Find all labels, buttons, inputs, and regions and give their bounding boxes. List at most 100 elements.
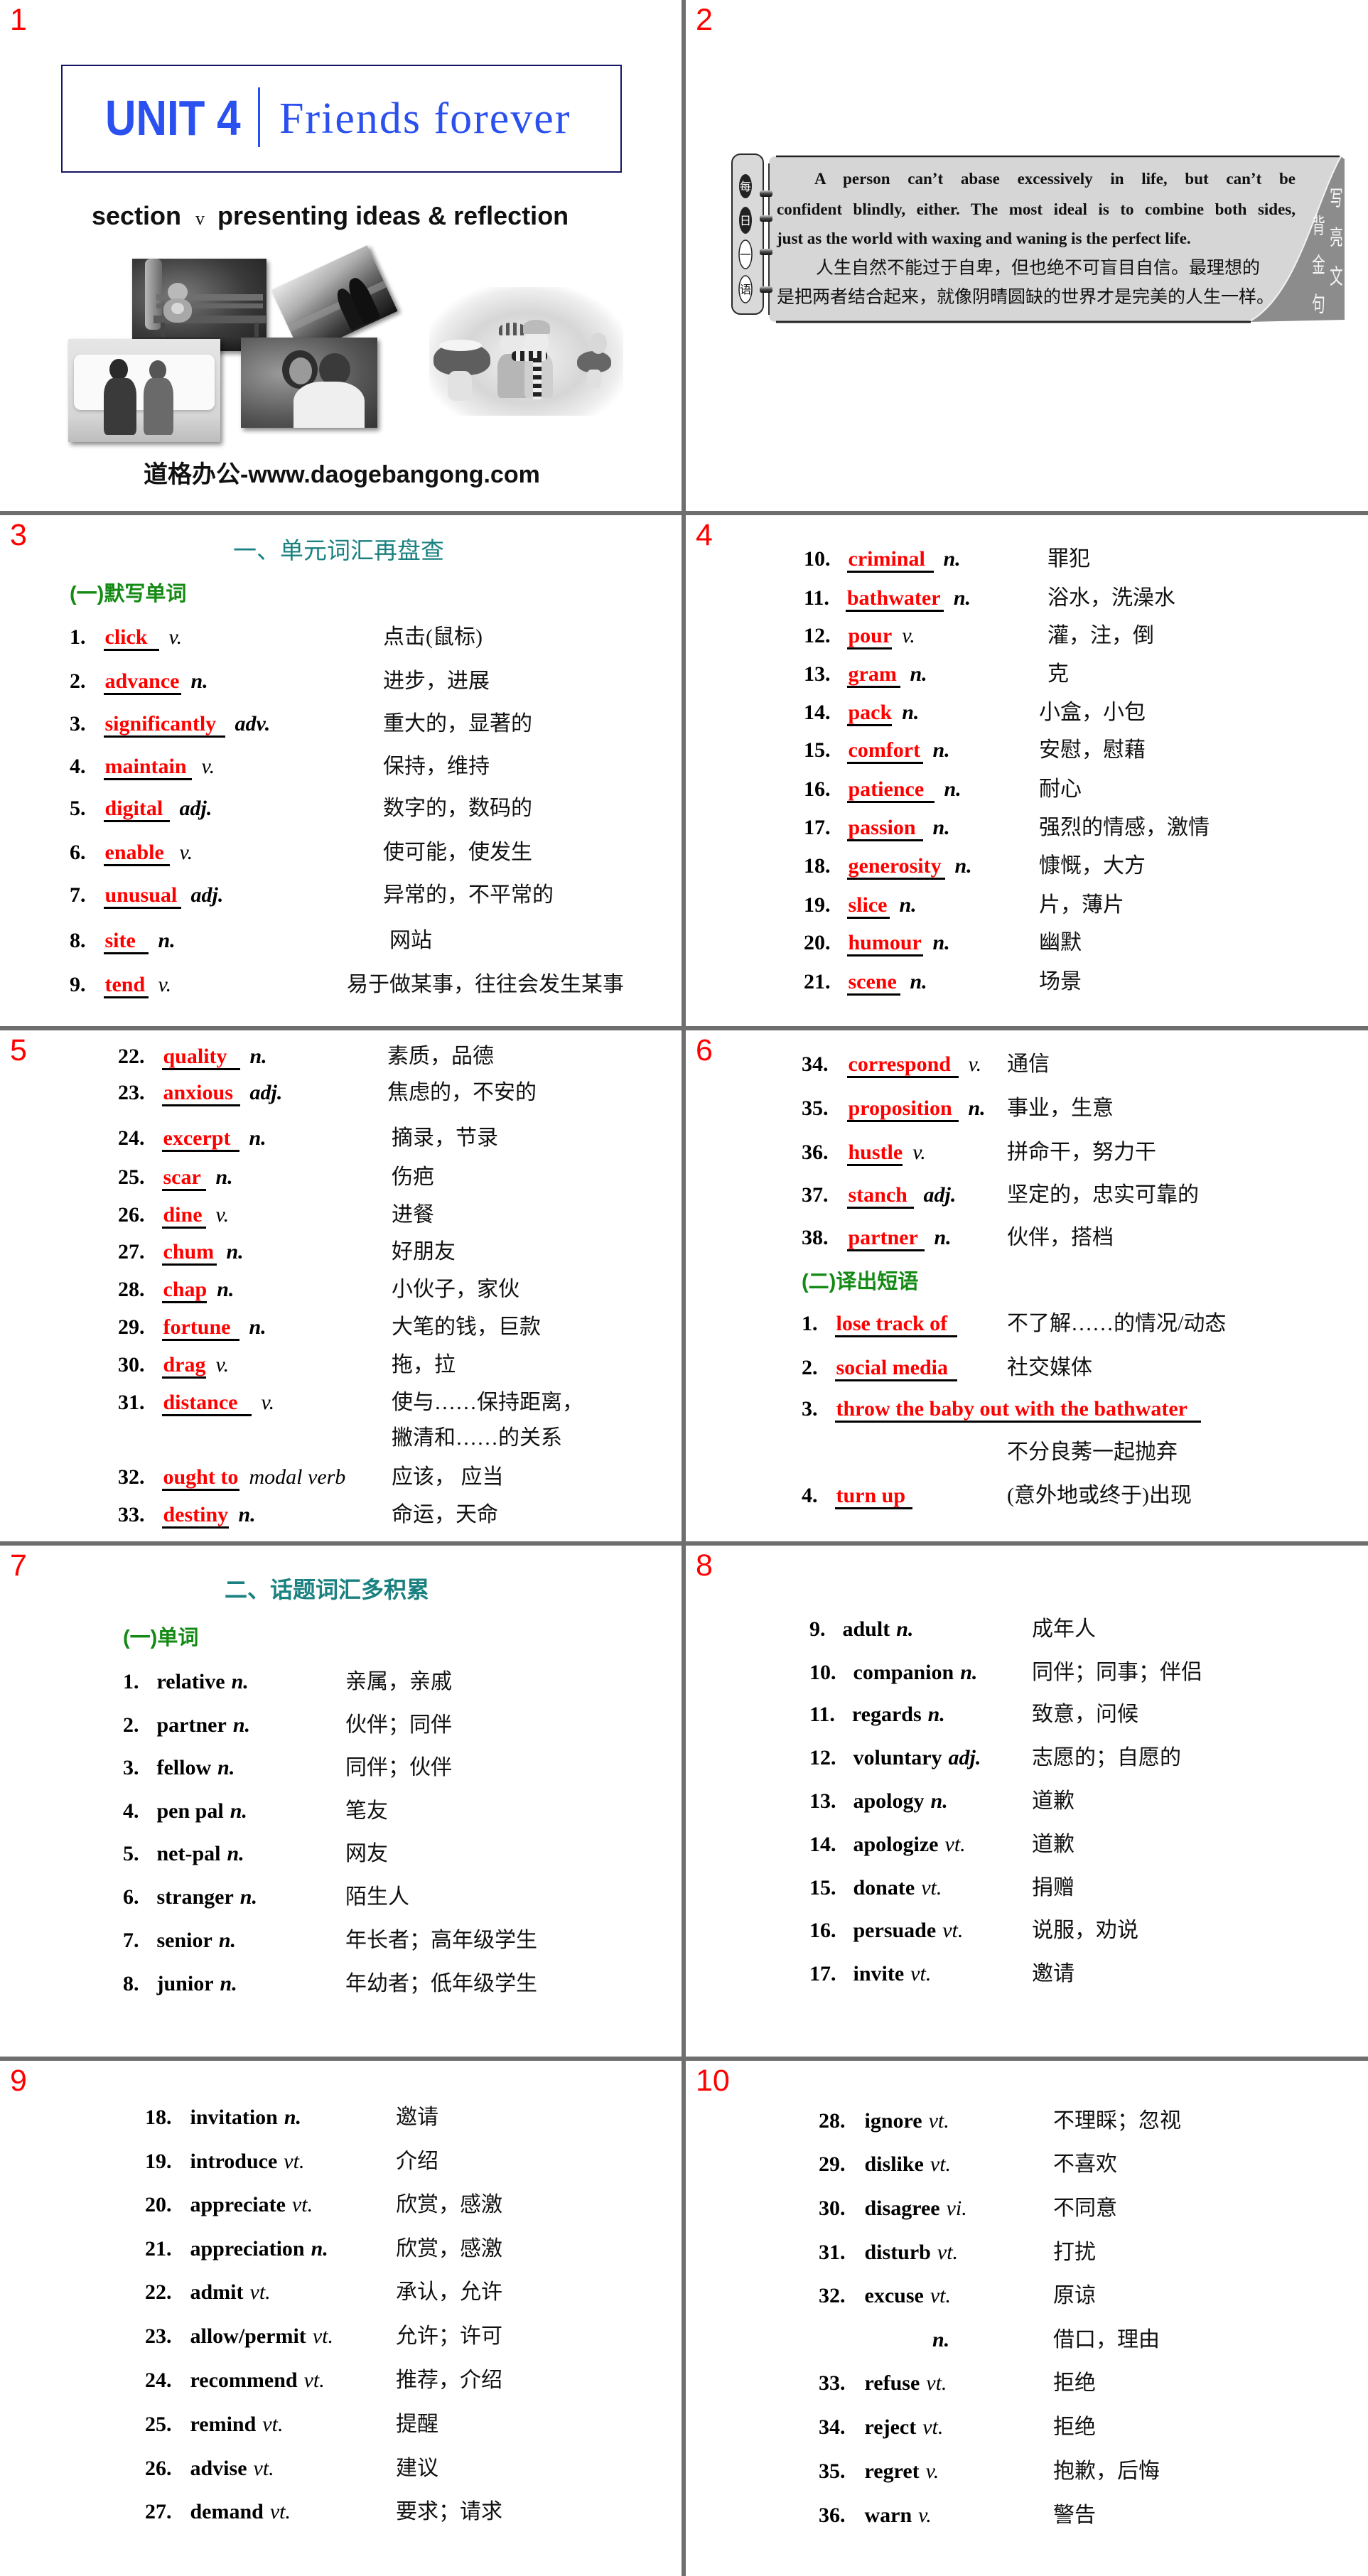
meaning: 不分良莠一起抛弃 (1007, 1440, 1178, 1464)
meaning: 事业，生意 (1007, 1096, 1114, 1120)
vocab-row: 10. criminal n. (804, 545, 961, 573)
item-number: 3. (802, 1397, 818, 1421)
item-number: 15. (809, 1876, 836, 1899)
title-divider (258, 87, 260, 147)
vocab-word: fellow (156, 1756, 212, 1779)
part-of-speech: n. (231, 1670, 249, 1693)
vocab-row: 25. scar n. (118, 1163, 233, 1192)
meaning: 邀请 (1032, 1962, 1075, 1985)
meaning: 不喜欢 (1053, 2152, 1117, 2176)
vocab-row: 34. reject vt. (819, 2413, 943, 2442)
vocab-row: 4. maintain v. (70, 753, 215, 781)
item-number: 20. (145, 2193, 172, 2216)
part-of-speech: n. (249, 1126, 266, 1150)
vocab-row: 25. remind vt. (145, 2410, 283, 2439)
part-of-speech: n. (932, 738, 950, 762)
vocab-row: 33. refuse vt. (819, 2369, 947, 2398)
item-number: 29. (819, 2152, 846, 2176)
meaning: 道歉 (1032, 1789, 1075, 1813)
meaning: 网友 (345, 1842, 388, 1865)
meaning: 强烈的情感，激情 (1039, 816, 1210, 839)
vocab-row: 18. generosity n. (804, 852, 972, 880)
meaning: 点击(鼠标) (383, 625, 483, 649)
item-number: 12. (804, 624, 831, 647)
part-of-speech: vt. (922, 2415, 944, 2439)
item-number: 14. (804, 701, 831, 724)
unit-label: UNIT 4 (105, 90, 241, 146)
answer-blank: proposition (846, 1097, 959, 1122)
vocab-row: 17. invite vt. (809, 1960, 931, 1988)
meaning: 不理睬；忽视 (1053, 2109, 1181, 2133)
answer-blank: pour (846, 625, 893, 650)
part-of-speech: n. (284, 2106, 302, 2129)
vocab-row: 31. distance v. (118, 1389, 274, 1417)
item-number: 24. (118, 1126, 145, 1150)
item-number: 35. (819, 2459, 846, 2483)
phrase-row: 1. lose track of (802, 1310, 957, 1338)
vocab-row: 37. stanch adj. (802, 1181, 956, 1209)
vocab-row: 6. stranger n. (123, 1883, 257, 1912)
answer-blank: gram (846, 663, 900, 688)
vocab-row: 35. regret v. (819, 2457, 939, 2486)
answer-blank: patience (846, 778, 935, 803)
item-number: 10. (804, 547, 831, 571)
part-of-speech: v. (925, 2459, 939, 2483)
slide-thumbnail-7: 7 二、话题词汇多积累 (一)单词 1. relative n. 亲属，亲戚 2. par… (0, 1546, 682, 2057)
vocab-word: junior (156, 1972, 214, 1995)
part-of-speech: n. (311, 2237, 328, 2260)
part-of-speech: n. (217, 1756, 235, 1779)
item-number: 2. (802, 1356, 818, 1379)
vocab-row: 30. disagree vi. (819, 2194, 967, 2223)
part-of-speech: n. (932, 931, 950, 954)
vocab-row: 3. significantly adv. (70, 710, 270, 738)
vocab-row: 4. pen pal n. (123, 1797, 247, 1826)
part-of-speech: n. (220, 1972, 237, 1995)
vocab-list: 18. invitation n. 邀请 19. introduce vt. 介绍 20. app… (0, 2061, 682, 2576)
meaning: 亲属，亲戚 (345, 1670, 452, 1693)
part-of-speech: n. (932, 816, 950, 839)
answer-blank: comfort (846, 739, 923, 764)
vocab-list: 10. criminal n. 罪犯 11. bathwater n. 浴水，洗澡水 12. po… (686, 515, 1368, 1026)
meaning: 素质，品德 (387, 1045, 494, 1068)
vocab-row: 36. warn v. (819, 2501, 932, 2530)
meaning: 小盒，小包 (1039, 701, 1146, 724)
part-of-speech: n. (943, 547, 961, 571)
meaning: 进步，进展 (383, 669, 490, 693)
answer-blank: significantly (103, 713, 225, 738)
item-number: 28. (118, 1278, 145, 1301)
vocab-row: 19. introduce vt. (145, 2147, 304, 2176)
item-number: 25. (145, 2413, 172, 2436)
vocab-word: appreciate (190, 2193, 286, 2216)
item-number: 34. (802, 1052, 829, 1076)
meaning: 伙伴，搭档 (1007, 1226, 1114, 1249)
vocab-list: 22. quality n. 素质，品德 23. anxious adj. 焦虑的，不安的 24… (0, 1030, 682, 1541)
vocab-row: 6. enable v. (70, 839, 193, 867)
phrase-row: 2. social media (802, 1354, 957, 1382)
slide-thumbnail-8: 8 9. adult n. 成年人 10. companion n. 同伴；同事；伴侣 11. r… (686, 1546, 1368, 2057)
answer-blank: digital (103, 797, 170, 822)
item-number: 12. (809, 1746, 836, 1769)
part-of-speech: v. (201, 755, 215, 778)
unit-title: Friends forever (279, 95, 571, 143)
meaning: 欣赏，感激 (396, 2237, 502, 2260)
meaning: 命运，天命 (392, 1503, 498, 1526)
item-number: 30. (819, 2197, 846, 2220)
slide-thumbnail-5: 5 22. quality n. 素质，品德 23. anxious adj. 焦虑的，不安的… (0, 1030, 682, 1541)
answer-blank: slice (846, 894, 890, 919)
vocab-word: regret (864, 2459, 920, 2483)
answer-blank: bathwater (845, 587, 944, 612)
part-of-speech: vt. (928, 2109, 949, 2133)
part-of-speech: n. (227, 1842, 244, 1865)
part-of-speech: n. (158, 929, 176, 952)
vocab-row: 24. recommend vt. (145, 2366, 325, 2395)
item-number: 18. (804, 854, 831, 878)
meaning: 克 (1047, 662, 1069, 686)
answer-blank: chum (161, 1241, 217, 1266)
meaning: 欣赏，感激 (396, 2193, 502, 2216)
vocab-row: 8. site n. (70, 927, 176, 955)
slide-thumbnail-2: 2 每 日 一 语 A person can’t abase excessive… (686, 0, 1368, 511)
meaning: 陌生人 (345, 1885, 409, 1909)
quote-chinese-line: 人生自然不能过于自卑，但也绝不可盲目自信。最理想的 (816, 259, 1261, 278)
part-of-speech: vt. (930, 2284, 951, 2307)
vocab-word: disturb (864, 2241, 931, 2264)
